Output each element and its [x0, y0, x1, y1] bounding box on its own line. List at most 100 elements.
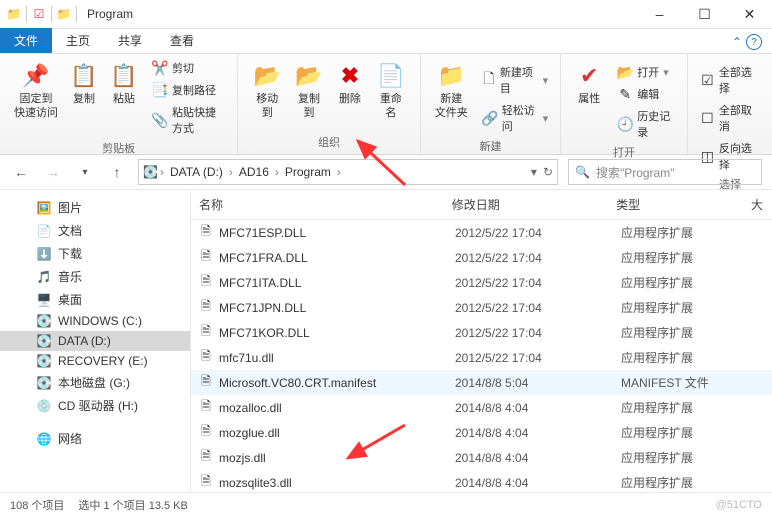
- file-row[interactable]: 🗎MFC71FRA.DLL2012/5/22 17:04应用程序扩展: [191, 245, 772, 270]
- file-date: 2012/5/22 17:04: [447, 274, 613, 292]
- refresh-button[interactable]: ↻: [543, 165, 553, 179]
- selectnone-icon: ☐: [700, 110, 715, 126]
- file-row[interactable]: 🗎mfc71u.dll2012/5/22 17:04应用程序扩展: [191, 345, 772, 370]
- up-button[interactable]: ↑: [106, 161, 128, 183]
- copy-to-button[interactable]: 📂复制到: [288, 58, 330, 132]
- file-row[interactable]: 🗎MFC71JPN.DLL2012/5/22 17:04应用程序扩展: [191, 295, 772, 320]
- tree-item[interactable]: 🌐网络: [0, 427, 190, 450]
- quick-folder-icon[interactable]: 📁: [56, 6, 72, 22]
- paste-button[interactable]: 📋粘贴: [104, 58, 144, 138]
- quick-check-icon[interactable]: ☑: [31, 6, 47, 22]
- col-date[interactable]: 修改日期: [444, 190, 608, 219]
- back-button[interactable]: ←: [10, 161, 32, 183]
- status-bar: 108 个项目 选中 1 个项目 13.5 KB @51CTO: [0, 492, 772, 512]
- tab-file[interactable]: 文件: [0, 28, 52, 53]
- file-row[interactable]: 🗎MFC71ESP.DLL2012/5/22 17:04应用程序扩展: [191, 220, 772, 245]
- tree-item[interactable]: 🖥️桌面: [0, 288, 190, 311]
- crumb-1[interactable]: AD16: [235, 165, 273, 179]
- select-all-button[interactable]: ☑全部选择: [696, 62, 764, 98]
- column-headers[interactable]: 名称 修改日期 类型 大: [191, 190, 772, 220]
- close-button[interactable]: ✕: [727, 0, 772, 28]
- tree-label: 下载: [58, 245, 82, 262]
- paste-shortcut-button[interactable]: 📎粘贴快捷方式: [148, 102, 229, 138]
- tree-item[interactable]: 💽本地磁盘 (G:): [0, 371, 190, 394]
- new-item-button[interactable]: 🗋新建项目▾: [478, 62, 552, 98]
- select-none-button[interactable]: ☐全部取消: [696, 100, 764, 136]
- tree-item[interactable]: 📄文档: [0, 219, 190, 242]
- tree-item[interactable]: 💽DATA (D:): [0, 331, 190, 351]
- tree-item[interactable]: 💽RECOVERY (E:): [0, 351, 190, 371]
- file-row[interactable]: 🗎mozalloc.dll2014/8/8 4:04应用程序扩展: [191, 395, 772, 420]
- file-row[interactable]: 🗎MFC71ITA.DLL2012/5/22 17:04应用程序扩展: [191, 270, 772, 295]
- search-placeholder: 搜索"Program": [596, 164, 675, 181]
- tab-strip: 文件 主页 共享 查看 ⌃?: [0, 29, 772, 54]
- tree-label: DATA (D:): [58, 334, 111, 348]
- file-icon: 🗎: [199, 301, 213, 315]
- file-icon: 🗎: [199, 351, 213, 365]
- tree-item[interactable]: 💿CD 驱动器 (H:): [0, 394, 190, 417]
- move-to-button[interactable]: 📂移动到: [246, 58, 288, 132]
- search-icon: 🔍: [575, 165, 590, 179]
- file-name: mozjs.dll: [219, 451, 266, 465]
- properties-button[interactable]: ✔属性: [569, 58, 609, 142]
- crumb-2[interactable]: Program: [281, 165, 335, 179]
- col-name[interactable]: 名称: [191, 190, 444, 219]
- easy-access-button[interactable]: 🔗轻松访问▾: [478, 100, 552, 136]
- tree-item[interactable]: 💽WINDOWS (C:): [0, 311, 190, 331]
- file-icon: 🗎: [199, 401, 213, 415]
- delete-button[interactable]: ✖删除: [330, 58, 370, 132]
- file-row[interactable]: 🗎MFC71KOR.DLL2012/5/22 17:04应用程序扩展: [191, 320, 772, 345]
- col-type[interactable]: 类型: [608, 190, 743, 219]
- crumb-dd-icon[interactable]: ▾: [531, 165, 537, 179]
- tree-item[interactable]: 🖼️图片: [0, 196, 190, 219]
- address-bar: ← → ▾ ↑ 💽› DATA (D:)› AD16› Program› ▾ ↻…: [0, 155, 772, 190]
- file-row[interactable]: 🗎Microsoft.VC80.CRT.manifest2014/8/8 5:0…: [191, 370, 772, 395]
- delete-icon: ✖: [336, 62, 364, 90]
- history-button[interactable]: 🕘历史记录: [613, 106, 679, 142]
- file-date: 2014/8/8 4:04: [447, 399, 613, 417]
- path-icon: 📑: [152, 82, 168, 98]
- tab-view[interactable]: 查看: [156, 28, 208, 53]
- file-row[interactable]: 🗎mozglue.dll2014/8/8 4:04应用程序扩展: [191, 420, 772, 445]
- tree-item[interactable]: 🎵音乐: [0, 265, 190, 288]
- search-input[interactable]: 🔍 搜索"Program": [568, 159, 762, 185]
- file-date: 2012/5/22 17:04: [447, 349, 613, 367]
- file-row[interactable]: 🗎mozsqlite3.dll2014/8/8 4:04应用程序扩展: [191, 470, 772, 492]
- file-name: MFC71ITA.DLL: [219, 276, 301, 290]
- minimize-button[interactable]: –: [637, 0, 682, 28]
- new-folder-button[interactable]: 📁新建 文件夹: [429, 58, 474, 136]
- file-icon: 🗎: [199, 476, 213, 490]
- file-name: mozsqlite3.dll: [219, 476, 292, 490]
- tree-label: 网络: [58, 430, 82, 447]
- maximize-button[interactable]: ☐: [682, 0, 727, 28]
- tree-item[interactable]: ⬇️下载: [0, 242, 190, 265]
- pin-button[interactable]: 📌固定到 快速访问: [8, 58, 64, 138]
- cut-button[interactable]: ✂️剪切: [148, 58, 229, 78]
- easy-icon: 🔗: [482, 110, 498, 126]
- help-icon[interactable]: ?: [746, 34, 762, 50]
- file-row[interactable]: 🗎mozjs.dll2014/8/8 4:04应用程序扩展: [191, 445, 772, 470]
- breadcrumb[interactable]: 💽› DATA (D:)› AD16› Program› ▾ ↻: [138, 159, 558, 185]
- crumb-0[interactable]: DATA (D:): [166, 165, 227, 179]
- rename-button[interactable]: 📄重命名: [370, 58, 412, 132]
- tree-label: CD 驱动器 (H:): [58, 397, 138, 414]
- recent-button[interactable]: ▾: [74, 161, 96, 183]
- open-button[interactable]: 📂打开▾: [613, 62, 679, 82]
- newitem-icon: 🗋: [482, 72, 496, 88]
- titlebar: 📁 ☑ 📁 Program – ☐ ✕: [0, 0, 772, 29]
- chevron-up-icon: ⌃: [732, 35, 742, 49]
- file-date: 2012/5/22 17:04: [447, 324, 613, 342]
- copy-path-button[interactable]: 📑复制路径: [148, 80, 229, 100]
- tab-share[interactable]: 共享: [104, 28, 156, 53]
- folder-icon: 📁: [6, 6, 22, 22]
- tree-label: 本地磁盘 (G:): [58, 374, 130, 391]
- col-size[interactable]: 大: [743, 190, 772, 219]
- file-type: 应用程序扩展: [613, 447, 749, 468]
- scissors-icon: ✂️: [152, 60, 168, 76]
- nav-tree[interactable]: 🖼️图片📄文档⬇️下载🎵音乐🖥️桌面💽WINDOWS (C:)💽DATA (D:…: [0, 190, 191, 492]
- forward-button[interactable]: →: [42, 161, 64, 183]
- edit-button[interactable]: ✎编辑: [613, 84, 679, 104]
- ribbon-toggle[interactable]: ⌃?: [722, 31, 772, 53]
- copy-button[interactable]: 📋复制: [64, 58, 104, 138]
- tab-home[interactable]: 主页: [52, 28, 104, 53]
